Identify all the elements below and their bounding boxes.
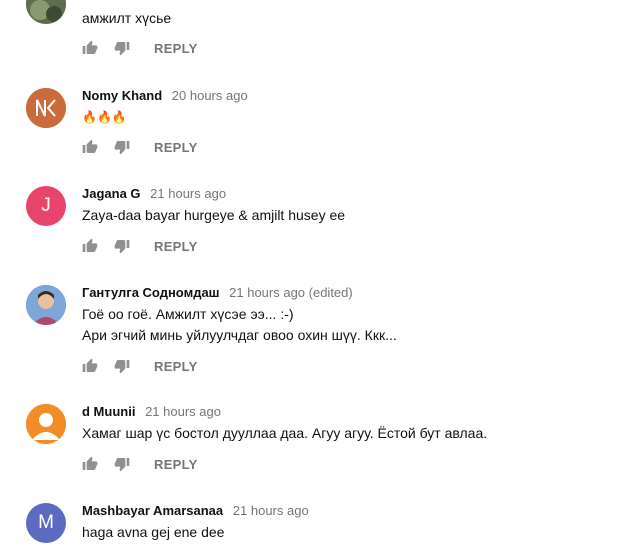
author-name[interactable]: Jagana G xyxy=(82,186,141,201)
author-name[interactable]: d Muunii xyxy=(82,404,135,419)
comment-header: d Muunii 21 hours ago xyxy=(82,404,221,419)
avatar[interactable] xyxy=(26,285,66,325)
avatar[interactable] xyxy=(26,404,66,444)
comment-header: Jagana G 21 hours ago xyxy=(82,186,226,201)
thumbs-down-icon[interactable] xyxy=(114,238,130,254)
thumbs-down-icon[interactable] xyxy=(114,139,130,155)
comment-timestamp[interactable]: 20 hours ago xyxy=(172,88,248,103)
comment-text: 🔥🔥🔥 xyxy=(82,106,127,128)
reply-button[interactable]: REPLY xyxy=(154,41,198,56)
comment-text-line: амжилт хүсье xyxy=(82,10,172,26)
default-user-icon xyxy=(26,404,66,444)
reply-button[interactable]: REPLY xyxy=(154,239,198,254)
comment-header: Nomy Khand 20 hours ago xyxy=(82,88,248,103)
avatar-initial: J xyxy=(41,195,51,216)
comment-actions: REPLY xyxy=(82,138,198,156)
comment-header: Гантулга Содномдаш 21 hours ago (edited) xyxy=(82,285,353,300)
avatar[interactable]: J xyxy=(26,186,66,226)
comment-actions: REPLY xyxy=(82,357,198,375)
avatar-photo-icon xyxy=(26,285,66,325)
comment-text-line: 🔥🔥🔥 xyxy=(82,110,127,124)
comment-text-line: Гоё оо гоё. Амжилт хүсэе ээ... :-) xyxy=(82,306,294,322)
thumbs-up-icon[interactable] xyxy=(82,358,98,374)
comment-text: haga avna gej ene dee xyxy=(82,522,224,543)
reply-button[interactable]: REPLY xyxy=(154,140,198,155)
comment-actions: REPLY xyxy=(82,455,198,473)
thumbs-up-icon[interactable] xyxy=(82,238,98,254)
avatar-initial: M xyxy=(38,512,54,533)
thumbs-down-icon[interactable] xyxy=(114,456,130,472)
comment-timestamp[interactable]: 21 hours ago (edited) xyxy=(229,285,353,300)
nk-logo-icon xyxy=(26,88,66,128)
comment-text-line: Ари эгчий минь уйлуулчдаг овоо охин шүү.… xyxy=(82,327,397,343)
avatar-photo-icon xyxy=(26,0,66,24)
comment-text: Гоё оо гоё. Амжилт хүсэе ээ... :-) Ари э… xyxy=(82,304,397,346)
reply-button[interactable]: REPLY xyxy=(154,457,198,472)
thumbs-up-icon[interactable] xyxy=(82,40,98,56)
comment-actions: REPLY xyxy=(82,237,198,255)
comment-text: амжилт хүсье xyxy=(82,8,171,29)
thumbs-up-icon[interactable] xyxy=(82,456,98,472)
comment-text-line: Хамаг шар үс бостол дууллаа даа. Агуу аг… xyxy=(82,425,488,441)
comment-text-line: Zaya-daa bayar hurgeye & amjilt husey ee xyxy=(82,207,346,223)
avatar[interactable] xyxy=(26,88,66,128)
thumbs-down-icon[interactable] xyxy=(114,40,130,56)
comment-timestamp[interactable]: 21 hours ago xyxy=(145,404,221,419)
comment-text-line: haga avna gej ene dee xyxy=(82,524,225,540)
comment-timestamp[interactable]: 21 hours ago xyxy=(150,186,226,201)
author-name[interactable]: Nomy Khand xyxy=(82,88,162,103)
comment-text: Хамаг шар үс бостол дууллаа даа. Агуу аг… xyxy=(82,423,487,444)
comment-text: Zaya-daa bayar hurgeye & amjilt husey ee xyxy=(82,205,345,226)
reply-button[interactable]: REPLY xyxy=(154,359,198,374)
avatar[interactable] xyxy=(26,0,66,24)
comment-actions: REPLY xyxy=(82,39,198,57)
comment-timestamp[interactable]: 21 hours ago xyxy=(233,503,309,518)
author-name[interactable]: Mashbayar Amarsanaa xyxy=(82,503,223,518)
avatar[interactable]: M xyxy=(26,503,66,543)
thumbs-down-icon[interactable] xyxy=(114,358,130,374)
author-name[interactable]: Гантулга Содномдаш xyxy=(82,285,220,300)
comment-header: Mashbayar Amarsanaa 21 hours ago xyxy=(82,503,309,518)
thumbs-up-icon[interactable] xyxy=(82,139,98,155)
